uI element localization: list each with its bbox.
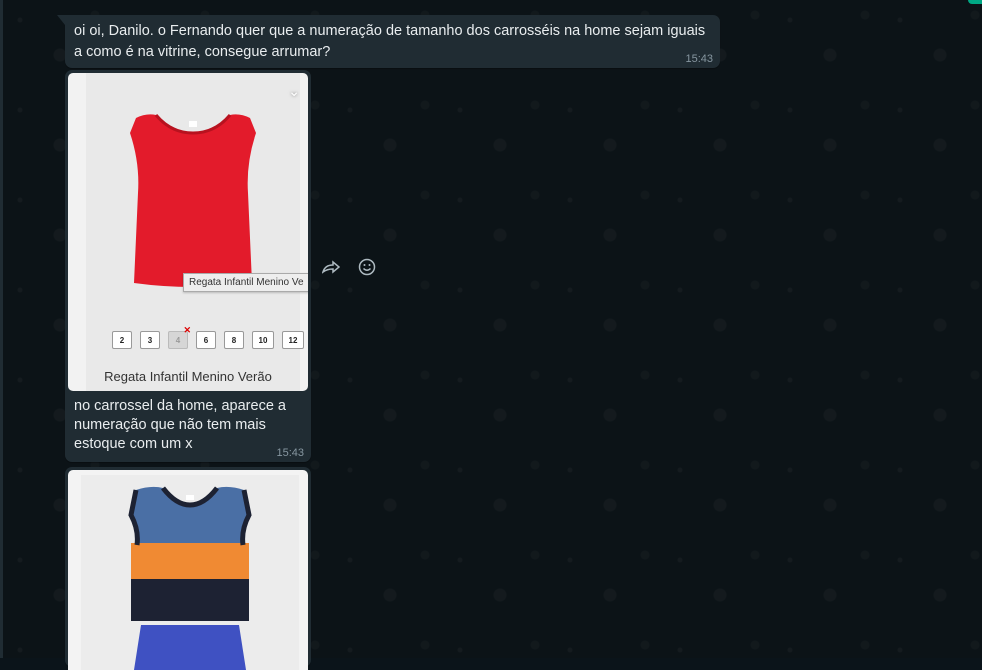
size-option: 12 bbox=[282, 331, 304, 349]
size-label: 4 bbox=[175, 335, 181, 345]
panel-divider bbox=[0, 0, 3, 658]
bubble-tail bbox=[57, 15, 65, 25]
message-actions bbox=[320, 256, 378, 278]
size-option: 10 bbox=[252, 331, 274, 349]
product-photo-area bbox=[81, 475, 299, 670]
message-time: 15:43 bbox=[685, 53, 713, 65]
chevron-down-icon[interactable]: ⌄ bbox=[288, 83, 300, 100]
size-option-unavailable: 4 ✕ bbox=[168, 325, 191, 349]
scroll-indicator bbox=[968, 0, 982, 4]
image-message-bubble[interactable]: 2 3 4 ✕ 6 8 10 12 Regata Infantil Menino… bbox=[65, 70, 311, 462]
size-option: 2 bbox=[112, 331, 132, 349]
product-tooltip: Regata Infantil Menino Ve bbox=[183, 273, 308, 292]
size-option: 8 bbox=[224, 331, 244, 349]
striped-tank-top-illustration bbox=[128, 486, 252, 670]
image-message-bubble[interactable] bbox=[65, 467, 311, 670]
image-caption: no carrossel da home, aparece a numeraçã… bbox=[74, 398, 286, 452]
size-option: 3 bbox=[140, 331, 160, 349]
emoji-icon[interactable] bbox=[356, 256, 378, 278]
size-selector: 2 3 4 ✕ 6 8 10 12 bbox=[112, 325, 304, 349]
product-image[interactable]: 2 3 4 ✕ 6 8 10 12 Regata Infantil Menino… bbox=[68, 73, 308, 391]
product-image[interactable] bbox=[68, 470, 308, 670]
unavailable-x-icon: ✕ bbox=[183, 325, 191, 335]
forward-icon[interactable] bbox=[320, 256, 342, 278]
size-option: 6 bbox=[196, 331, 216, 349]
message-time: 15:43 bbox=[276, 447, 304, 459]
product-name: Regata Infantil Menino Verão bbox=[104, 369, 272, 384]
message-text: oi oi, Danilo. o Fernando quer que a num… bbox=[74, 23, 706, 60]
product-photo-area: 2 3 4 ✕ 6 8 10 12 bbox=[86, 73, 304, 391]
message-bubble[interactable]: oi oi, Danilo. o Fernando quer que a num… bbox=[57, 15, 720, 68]
